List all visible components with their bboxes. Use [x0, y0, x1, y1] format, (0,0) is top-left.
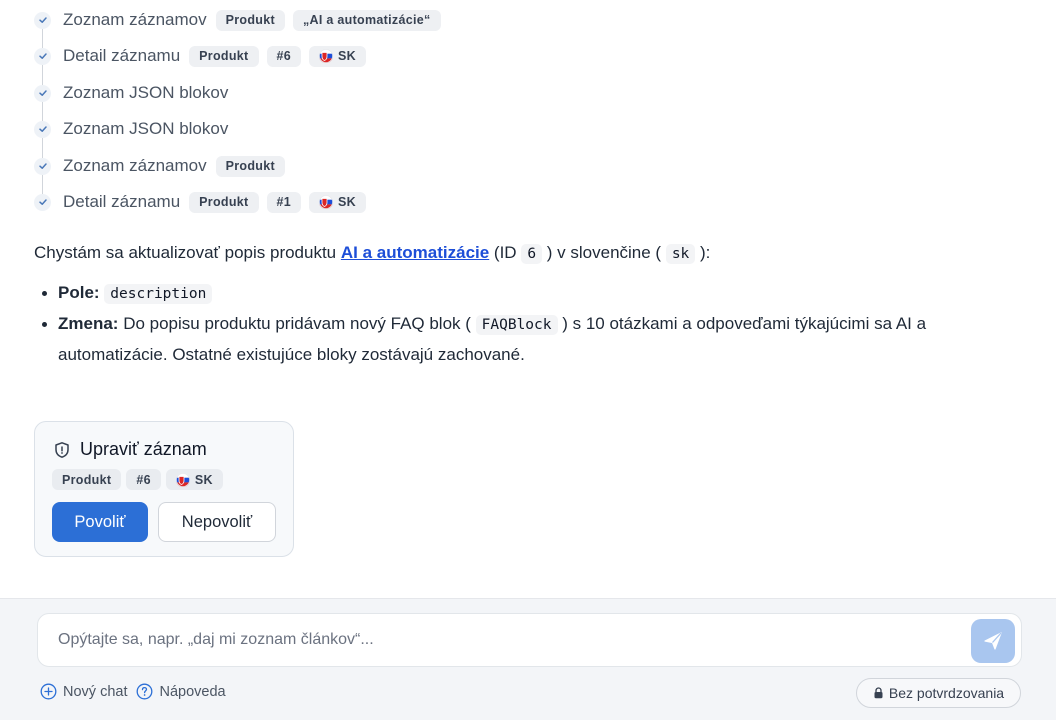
help-button[interactable]: Nápoveda — [136, 683, 226, 700]
composer-footer: Nový chat Nápoveda — [40, 683, 235, 700]
step-item: Detail záznamu Produkt #1 SK — [34, 189, 366, 215]
plus-circle-icon — [40, 683, 57, 700]
change-list: Pole: description Zmena: Do popisu produ… — [40, 278, 1020, 370]
id-chip: #6 — [266, 45, 302, 67]
change-text: Do popisu produktu pridávam nový FAQ blo… — [118, 314, 476, 333]
step-label: Zoznam JSON blokov — [63, 83, 229, 102]
intro-text: ): — [695, 243, 711, 262]
locale-chip: SK — [309, 191, 366, 213]
locale-chip-label: SK — [194, 472, 213, 487]
list-item: Zmena: Do popisu produktu pridávam nový … — [40, 309, 1020, 370]
step-item: Zoznam záznamov Produkt „AI a automatizá… — [34, 7, 441, 33]
confirmation-mode-badge[interactable]: Bez potvrdzovania — [856, 678, 1021, 708]
entity-chip: Produkt — [189, 191, 259, 213]
locale-chip-label: SK — [338, 49, 356, 63]
field-label: Pole: — [58, 283, 100, 302]
check-icon — [34, 84, 51, 102]
id-chip: #1 — [266, 191, 302, 213]
allow-button[interactable]: Povoliť — [52, 502, 148, 542]
bullet-dot — [42, 291, 47, 296]
step-item: Detail záznamu Produkt #6 SK — [34, 43, 366, 69]
new-chat-label: Nový chat — [63, 683, 128, 700]
bullet-dot — [42, 322, 47, 327]
entity-chip: Produkt — [189, 45, 259, 67]
list-item: Pole: description — [40, 278, 1020, 309]
entity-chip: Produkt — [215, 155, 285, 177]
query-chip: „AI a automatizácie“ — [292, 9, 441, 31]
help-circle-icon — [137, 683, 153, 700]
change-text: ) s 10 otázkami a odpoveďami týkajúcimi … — [557, 314, 927, 333]
step-label: Detail záznamu — [63, 192, 181, 211]
field-value-code: description — [104, 284, 213, 304]
block-type-code: FAQBlock — [475, 315, 558, 335]
send-button[interactable] — [971, 619, 1015, 663]
locale-chip: SK — [309, 45, 366, 67]
product-link[interactable]: AI a automatizácie — [341, 243, 489, 262]
deny-button[interactable]: Nepovoliť — [158, 502, 276, 542]
intro-text: ) v slovenčine ( — [542, 243, 666, 262]
slovak-flag-icon — [319, 195, 334, 209]
approval-title: Upraviť záznam — [80, 439, 207, 459]
check-icon — [34, 47, 51, 65]
entity-chip: Produkt — [52, 469, 122, 490]
chat-input[interactable]: Opýtajte sa, napr. „daj mi zoznam článko… — [37, 613, 1022, 667]
locale-chip: SK — [165, 469, 223, 490]
step-label: Zoznam záznamov — [63, 156, 207, 175]
check-icon — [34, 157, 51, 175]
locale-chip-label: SK — [338, 195, 356, 209]
help-label: Nápoveda — [159, 683, 226, 700]
message-intro: Chystám sa aktualizovať popis produktu A… — [34, 240, 710, 267]
composer: Opýtajte sa, napr. „daj mi zoznam článko… — [0, 598, 1056, 720]
new-chat-button[interactable]: Nový chat — [40, 683, 127, 700]
step-label: Zoznam JSON blokov — [63, 119, 229, 138]
slovak-flag-icon — [319, 49, 334, 63]
check-icon — [34, 193, 51, 211]
intro-text: Chystám sa aktualizovať popis produktu — [34, 243, 341, 262]
step-label: Zoznam záznamov — [63, 10, 207, 29]
step-item: Zoznam JSON blokov — [34, 116, 228, 142]
lang-code: sk — [665, 244, 696, 264]
chat-input-placeholder: Opýtajte sa, napr. „daj mi zoznam článko… — [58, 631, 374, 648]
approval-chips: Produkt #6 SK — [52, 469, 223, 490]
intro-text: (ID — [489, 243, 522, 262]
check-icon — [34, 11, 51, 29]
change-text: automatizácie. Ostatné existujúce bloky … — [58, 345, 525, 364]
change-label: Zmena: — [58, 314, 119, 333]
step-label: Detail záznamu — [63, 46, 181, 65]
approval-card: Upraviť záznam Produkt #6 SK Povoliť Nep… — [34, 421, 294, 557]
entity-chip: Produkt — [215, 9, 285, 31]
id-chip: #6 — [126, 469, 161, 490]
confirmation-mode-label: Bez potvrdzovania — [888, 685, 1005, 701]
id-code: 6 — [521, 244, 543, 264]
approval-title-row: Upraviť záznam — [53, 439, 207, 460]
check-icon — [34, 120, 51, 138]
step-item: Zoznam záznamov Produkt — [34, 153, 285, 179]
send-icon — [984, 632, 1002, 650]
lock-icon — [874, 687, 883, 699]
step-item: Zoznam JSON blokov — [34, 80, 228, 106]
shield-icon — [55, 441, 69, 458]
slovak-flag-icon — [175, 472, 190, 487]
